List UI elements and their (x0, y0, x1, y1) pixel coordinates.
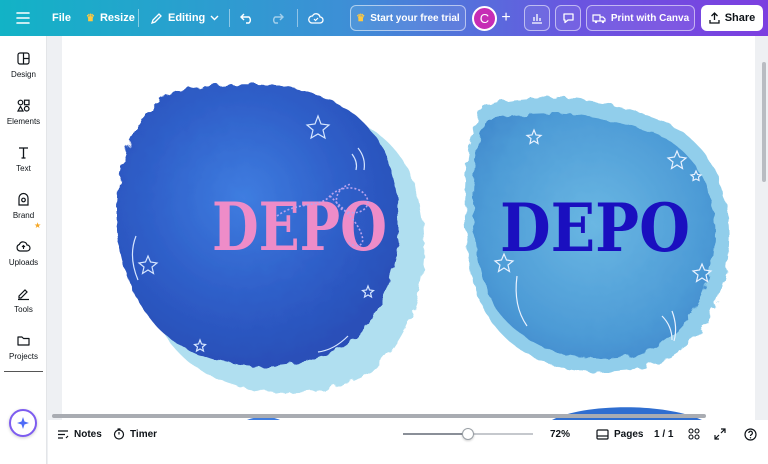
text-icon (19, 147, 28, 159)
redo-icon (273, 13, 284, 24)
sidebar-item-label: Tools (14, 305, 33, 314)
grid-icon (688, 428, 700, 440)
sidebar-item-design[interactable]: Design (0, 43, 47, 87)
sidebar: Design Elements Text Brand ★ Uploads Too… (0, 36, 47, 464)
divider (4, 371, 43, 372)
divider (229, 9, 230, 27)
pages-button[interactable]: Pages (596, 420, 643, 448)
sidebar-item-text[interactable]: Text (0, 137, 47, 181)
cloud-save-button[interactable] (308, 0, 324, 36)
sidebar-item-label: Design (11, 70, 36, 79)
timer-label: Timer (130, 428, 158, 440)
timer-icon (113, 428, 125, 440)
sidebar-item-label: Uploads (8, 258, 39, 267)
fullscreen-button[interactable] (714, 420, 726, 448)
page-indicator: 1 / 1 (654, 420, 673, 448)
logo-text-left[interactable]: DEPO (212, 188, 387, 266)
timer-button[interactable]: Timer (113, 420, 157, 448)
sidebar-item-uploads[interactable]: Uploads (0, 231, 47, 275)
bottom-toolbar: Notes Timer 72% Pages 1 / 1 (48, 420, 768, 464)
undo-button[interactable] (240, 0, 254, 36)
editing-dropdown[interactable]: Editing (150, 0, 219, 36)
help-icon (744, 427, 757, 441)
page-count: 1 / 1 (654, 428, 674, 440)
help-button[interactable] (744, 420, 757, 448)
notes-button[interactable]: Notes (57, 420, 102, 448)
design-canvas[interactable]: DEPO DEPO (62, 36, 755, 420)
upload-icon (709, 12, 720, 24)
zoom-label: 72% (550, 428, 571, 440)
print-label: Print with Canva (610, 12, 690, 24)
top-toolbar: File ♛ Resize Editing ♛ Start your free … (0, 0, 768, 36)
magic-assistant-button[interactable] (9, 409, 37, 437)
tools-icon (18, 289, 29, 301)
menu-icon[interactable] (16, 0, 30, 36)
crown-icon: ★ (34, 221, 42, 230)
share-label: Share (724, 12, 756, 24)
bar-chart-icon (532, 14, 542, 24)
pages-label: Pages (614, 428, 644, 440)
zoom-slider[interactable] (403, 428, 533, 440)
crown-icon: ♛ (356, 12, 366, 24)
zoom-slider-fill (403, 433, 468, 435)
vertical-scrollbar[interactable] (762, 62, 766, 182)
truck-icon (592, 13, 606, 23)
chevron-down-icon (210, 15, 219, 21)
editing-label: Editing (168, 12, 206, 24)
redo-button[interactable] (270, 0, 284, 36)
file-label: File (52, 12, 71, 24)
design-icon (17, 52, 30, 65)
pencil-icon (150, 12, 162, 24)
insights-button[interactable] (524, 5, 550, 31)
sidebar-item-label: Elements (6, 117, 41, 126)
pages-icon (596, 428, 609, 440)
horizontal-scrollbar[interactable] (52, 414, 706, 418)
brand-icon (18, 192, 29, 206)
sidebar-item-label: Text (16, 164, 31, 173)
divider (138, 9, 139, 27)
grid-view-button[interactable] (688, 420, 700, 448)
free-trial-button[interactable]: ♛ Start your free trial (350, 5, 466, 31)
logo-text-right[interactable]: DEPO (500, 189, 690, 267)
notes-icon (58, 429, 69, 439)
avatar-initial: C (479, 11, 490, 26)
comment-icon (562, 13, 574, 24)
plus-icon: + (501, 9, 511, 26)
sidebar-item-tools[interactable]: Tools (0, 278, 47, 322)
print-button[interactable]: Print with Canva (586, 5, 695, 31)
undo-icon (240, 13, 251, 24)
add-collaborator-button[interactable]: + (494, 5, 518, 31)
zoom-level[interactable]: 72% (550, 420, 570, 448)
file-menu[interactable]: File (52, 0, 71, 36)
resize-button[interactable]: ♛ Resize (86, 0, 135, 36)
design-artwork: DEPO DEPO (116, 83, 730, 420)
share-button[interactable]: Share (701, 5, 763, 31)
elements-icon (16, 99, 30, 112)
projects-icon (17, 336, 30, 346)
sidebar-item-elements[interactable]: Elements (0, 90, 47, 134)
expand-icon (714, 428, 726, 440)
sidebar-item-label: Projects (9, 352, 38, 361)
uploads-icon (16, 241, 31, 252)
comments-button[interactable] (555, 5, 581, 31)
sparkle-icon (17, 417, 29, 429)
zoom-slider-thumb[interactable] (462, 428, 474, 440)
notes-label: Notes (74, 428, 102, 440)
sidebar-item-label: Brand (12, 211, 35, 220)
sidebar-item-projects[interactable]: Projects (0, 325, 47, 369)
free-trial-label: Start your free trial (370, 12, 460, 24)
cloud-check-icon (308, 13, 324, 24)
crown-icon: ♛ (86, 12, 95, 24)
resize-label: Resize (99, 12, 135, 24)
divider (297, 9, 298, 27)
